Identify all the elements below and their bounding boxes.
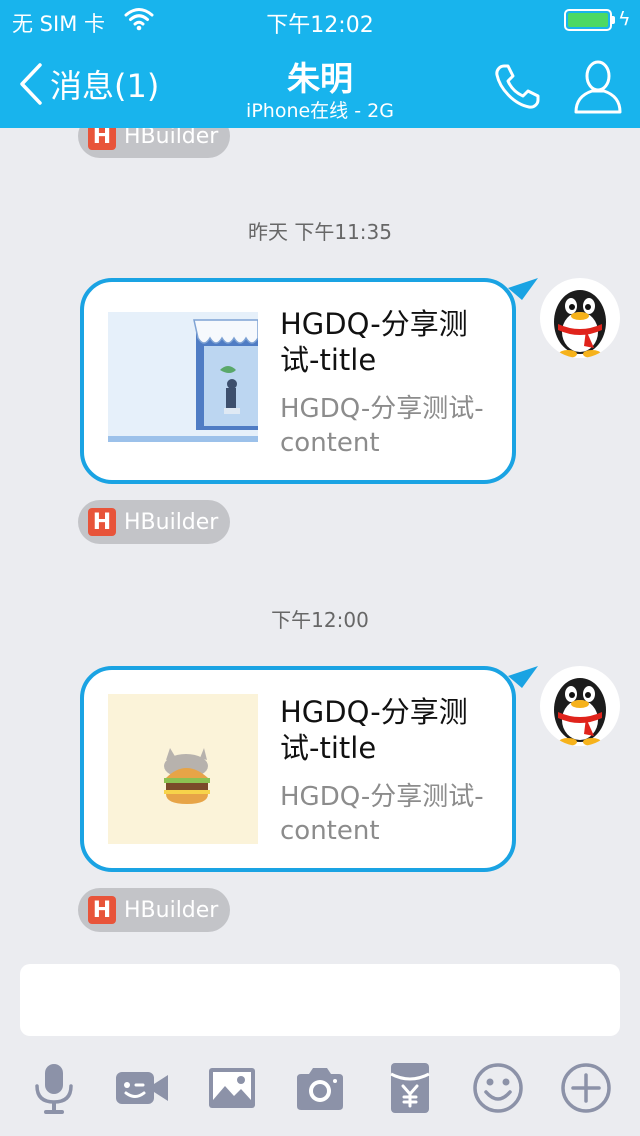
hbuilder-icon: H — [88, 508, 116, 536]
card-thumbnail — [108, 694, 258, 844]
hbuilder-icon: H — [88, 896, 116, 924]
camera-icon[interactable] — [292, 1060, 348, 1116]
image-icon[interactable] — [204, 1060, 260, 1116]
penguin-avatar-icon — [554, 678, 606, 746]
bubble-tail — [508, 278, 538, 300]
battery-icon — [564, 9, 612, 31]
card-description: HGDQ-分享测试-content — [280, 782, 484, 846]
battery-level — [568, 13, 608, 27]
card-description: HGDQ-分享测试-content — [280, 394, 484, 458]
avatar[interactable] — [540, 278, 620, 358]
phone-icon[interactable] — [492, 62, 542, 112]
status-time: 下午12:02 — [266, 13, 374, 38]
video-call-icon[interactable] — [114, 1060, 170, 1116]
bubble-tail — [508, 666, 538, 688]
plus-icon[interactable] — [558, 1060, 614, 1116]
message-time: 昨天 下午11:35 — [248, 220, 392, 244]
hbuilder-icon: H — [88, 128, 116, 150]
penguin-avatar-icon — [554, 290, 606, 358]
window-illustration — [108, 306, 258, 456]
message-input[interactable] — [20, 964, 620, 1036]
conversation-title: 朱明 — [287, 59, 353, 98]
source-chip[interactable]: H HBuilder — [78, 888, 231, 932]
card-title: HGDQ-分享测试-title — [280, 307, 468, 377]
cat-burger-illustration — [108, 694, 258, 844]
source-name: HBuilder — [124, 509, 219, 535]
chat-area[interactable]: H HBuilder 昨天 下午11:35 HGDQ-分享测试-title HG… — [0, 128, 640, 956]
charging-icon: ϟ — [618, 8, 631, 30]
share-card-message[interactable]: HGDQ-分享测试-title HGDQ-分享测试-content — [80, 666, 538, 872]
battery-cap — [612, 16, 615, 24]
source-name: HBuilder — [124, 897, 219, 923]
avatar[interactable] — [540, 666, 620, 746]
source-name: HBuilder — [124, 128, 219, 149]
emoji-icon[interactable] — [470, 1060, 526, 1116]
input-toolbar — [0, 1040, 640, 1136]
top-bar: 无 SIM 卡 下午12:02 ϟ 消息(1) 朱明 iPhone在线 - 2G — [0, 0, 640, 128]
card-thumbnail — [108, 306, 258, 456]
message-time: 下午12:00 — [271, 608, 369, 632]
card-title: HGDQ-分享测试-title — [280, 695, 468, 765]
online-status: iPhone在线 - 2G — [246, 100, 394, 122]
source-chip[interactable]: H HBuilder — [78, 500, 231, 544]
share-card-message[interactable]: HGDQ-分享测试-title HGDQ-分享测试-content — [80, 278, 538, 484]
contact-profile-icon[interactable] — [572, 58, 624, 114]
red-packet-icon[interactable] — [382, 1060, 438, 1116]
microphone-icon[interactable] — [26, 1060, 82, 1116]
status-bar: 无 SIM 卡 下午12:02 ϟ — [0, 0, 640, 40]
source-chip[interactable]: H HBuilder — [78, 128, 231, 158]
